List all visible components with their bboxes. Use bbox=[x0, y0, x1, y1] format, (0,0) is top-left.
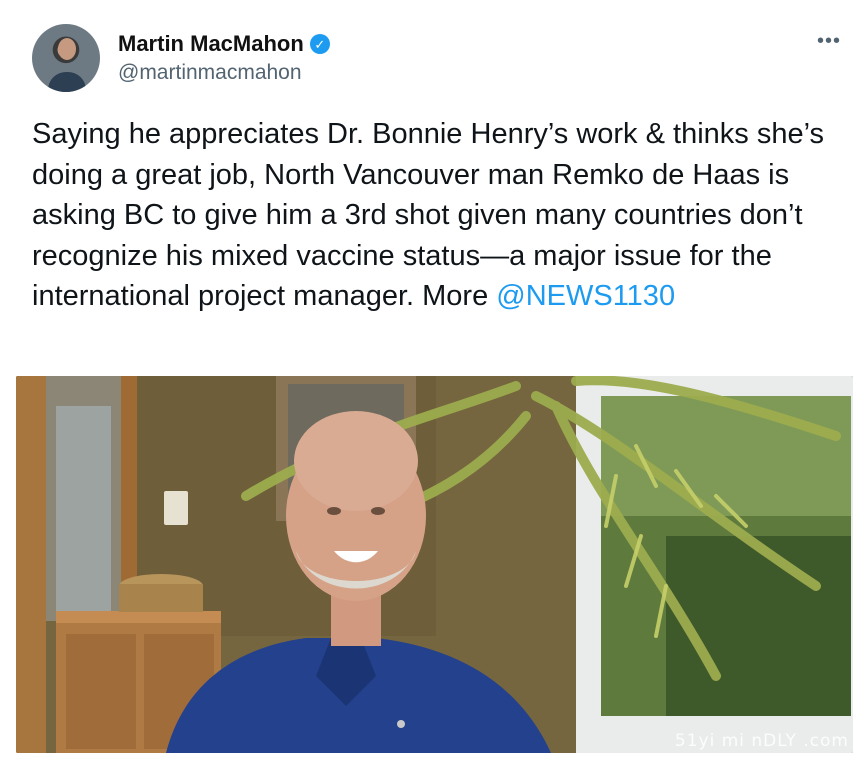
avatar-shirt bbox=[48, 72, 86, 92]
photo-illustration bbox=[16, 376, 853, 753]
avatar[interactable] bbox=[32, 24, 100, 92]
author-names: Martin MacMahon ✓ @martinmacmahon bbox=[118, 31, 330, 85]
tweet-photo[interactable]: 51yi mi nDLY .com bbox=[16, 376, 853, 753]
tweet: Martin MacMahon ✓ @martinmacmahon ••• Sa… bbox=[0, 0, 867, 768]
display-name[interactable]: Martin MacMahon bbox=[118, 31, 304, 57]
handle[interactable]: @martinmacmahon bbox=[118, 61, 330, 85]
more-options-icon[interactable]: ••• bbox=[817, 30, 841, 53]
watermark: 51yi mi nDLY .com bbox=[674, 731, 849, 751]
avatar-face bbox=[58, 38, 76, 60]
tweet-text: Saying he appreciates Dr. Bonnie Henry’s… bbox=[32, 114, 852, 317]
display-name-row: Martin MacMahon ✓ bbox=[118, 31, 330, 57]
tweet-body: Saying he appreciates Dr. Bonnie Henry’s… bbox=[32, 118, 825, 312]
verified-badge-icon: ✓ bbox=[309, 34, 330, 54]
tweet-header: Martin MacMahon ✓ @martinmacmahon ••• bbox=[32, 22, 845, 94]
mention-link[interactable]: @NEWS1130 bbox=[496, 280, 675, 312]
